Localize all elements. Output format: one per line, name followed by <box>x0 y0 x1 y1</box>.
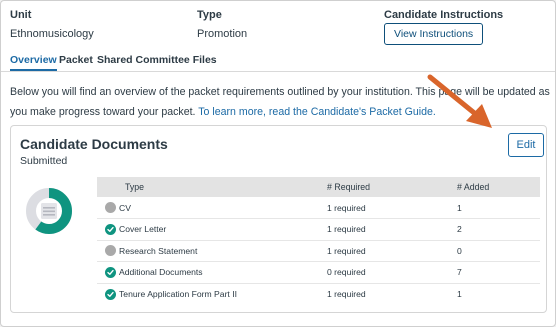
card-status: Submitted <box>20 155 68 167</box>
required-count-cell: 1 required <box>317 218 457 241</box>
tab-bar: Overview Packet Shared Committee Files <box>10 53 555 71</box>
document-type-cell: Additional Documents <box>97 261 317 284</box>
required-count-cell: 0 required <box>317 261 457 284</box>
document-type-cell: Cover Letter <box>97 218 317 241</box>
table-row: Cover Letter 1 required 2 <box>97 218 540 241</box>
column-header-required: # Required <box>317 177 457 197</box>
view-instructions-button[interactable]: View Instructions <box>384 23 484 45</box>
unit-value: Ethnomusicology <box>10 28 94 40</box>
incomplete-status-icon <box>105 245 116 257</box>
complete-check-icon <box>105 266 116 278</box>
incomplete-status-icon <box>105 202 116 213</box>
type-label: Type <box>197 9 222 21</box>
required-count-cell: 1 required <box>317 197 457 219</box>
table-header-row: Type # Required # Added <box>97 177 540 197</box>
document-type-cell: Research Statement <box>97 240 317 262</box>
unit-label: Unit <box>10 9 32 21</box>
progress-donut <box>26 188 72 234</box>
document-type-label: Cover Letter <box>119 224 167 235</box>
edit-button[interactable]: Edit <box>508 133 544 157</box>
added-count-cell: 1 <box>457 197 540 219</box>
required-count-cell: 1 required <box>317 240 457 262</box>
instructions-field: Candidate Instructions View Instructions <box>384 8 503 45</box>
document-type: Cover Letter <box>105 223 317 235</box>
document-type-cell: CV <box>97 197 317 219</box>
document-type: Research Statement <box>105 245 317 257</box>
document-type-label: CV <box>119 202 131 213</box>
required-count-cell: 1 required <box>327 289 366 299</box>
added-count-cell: 2 <box>457 218 540 241</box>
tab-divider <box>1 71 555 72</box>
type-field: Type Promotion <box>197 8 247 41</box>
complete-check-icon <box>105 288 116 300</box>
document-type: Tenure Application Form Part II <box>105 288 317 300</box>
document-type: CV <box>105 202 317 213</box>
added-count-cell: 0 <box>457 240 540 262</box>
instructions-label: Candidate Instructions <box>384 9 504 21</box>
document-type: Additional Documents <box>105 266 317 278</box>
added-count-cell: 7 <box>457 261 540 284</box>
card-title: Candidate Documents <box>20 136 168 152</box>
candidate-documents-card: Candidate Documents Submitted Edit Type … <box>10 125 547 313</box>
packet-overview-window: Unit Ethnomusicology Type Promotion Cand… <box>0 0 556 327</box>
column-header-added: # Added <box>457 177 540 197</box>
column-header-type: Type <box>97 177 317 197</box>
document-type-cell: Tenure Application Form Part II <box>97 283 317 305</box>
document-type-label: Research Statement <box>119 245 198 256</box>
unit-field: Unit Ethnomusicology <box>10 8 94 41</box>
document-icon <box>41 203 57 219</box>
tab-overview[interactable]: Overview <box>10 53 57 71</box>
document-type-label: Additional Documents <box>119 267 203 278</box>
packet-meta: Unit Ethnomusicology Type Promotion Cand… <box>10 8 555 45</box>
table-row: Tenure Application Form Part II 1 require… <box>97 283 540 305</box>
document-type-label: Tenure Application Form Part II <box>119 289 237 299</box>
added-count-cell: 1 <box>457 289 462 299</box>
type-value: Promotion <box>197 28 248 40</box>
table-row: CV 1 required 1 <box>97 197 540 219</box>
tab-shared-committee-files[interactable]: Shared Committee Files <box>97 53 217 71</box>
documents-table: Type # Required # Added CV 1 required 1 Cov… <box>97 177 540 305</box>
complete-check-icon <box>105 223 116 235</box>
table-row: Additional Documents 0 required 7 <box>97 261 540 284</box>
tab-packet[interactable]: Packet <box>59 53 93 71</box>
table-row: Research Statement 1 required 0 <box>97 240 540 262</box>
packet-guide-link[interactable]: To learn more, read the Candidate's Pack… <box>198 106 436 118</box>
callout-arrow-icon <box>427 74 492 128</box>
